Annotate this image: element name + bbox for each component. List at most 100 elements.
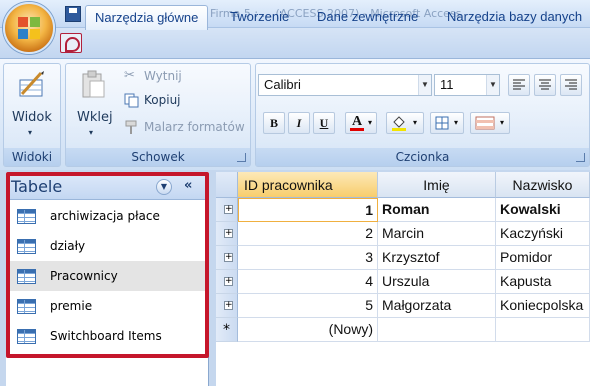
underline-button[interactable]: U	[313, 112, 335, 134]
clipboard-dialog-launcher-icon[interactable]	[237, 153, 246, 162]
expand-plus-icon[interactable]: +	[224, 229, 233, 238]
row-selector[interactable]: +	[216, 222, 238, 246]
expand-plus-icon[interactable]: +	[224, 205, 233, 214]
new-record-first-name-cell[interactable]	[378, 318, 496, 342]
copy-icon	[124, 93, 139, 108]
expand-plus-icon[interactable]: +	[224, 253, 233, 262]
expand-plus-icon[interactable]: +	[224, 301, 233, 310]
align-left-button[interactable]	[508, 74, 530, 96]
tab-home[interactable]: Narzędzia główne	[85, 5, 209, 30]
office-logo-icon	[18, 17, 40, 39]
access-app-icon	[60, 33, 82, 53]
copy-button[interactable]: Kopiuj	[124, 92, 244, 110]
new-record-last-name-cell[interactable]	[496, 318, 590, 342]
new-record-marker[interactable]: *	[216, 318, 238, 342]
font-dialog-launcher-icon[interactable]	[576, 153, 585, 162]
nav-menu-dropdown-icon[interactable]: ▼	[156, 179, 172, 195]
paste-dropdown-icon: ▾	[89, 128, 94, 137]
expand-plus-icon[interactable]: +	[224, 277, 233, 286]
scissors-icon: ✂	[124, 68, 135, 83]
gridlines-icon	[435, 116, 449, 130]
alternate-fill-dropdown-icon: ▾	[500, 118, 505, 127]
paintbrush-icon	[125, 120, 137, 134]
row-selector[interactable]: +	[216, 270, 238, 294]
align-center-icon	[539, 79, 551, 90]
table-icon	[17, 329, 36, 344]
view-button[interactable]: Widok ▾	[8, 66, 56, 144]
ribbon-tab-row	[0, 28, 590, 58]
cell-id[interactable]: 5	[238, 294, 378, 318]
font-size-combo[interactable]: 11 ▼	[434, 74, 500, 96]
new-record-id-cell[interactable]: (Nowy)	[238, 318, 378, 342]
row-selector[interactable]: +	[216, 246, 238, 270]
clipboard-group-label: Schowek	[66, 148, 250, 166]
font-color-button[interactable]: A ▾	[345, 112, 377, 134]
align-right-icon	[565, 79, 577, 90]
cell-first-name[interactable]: Roman	[378, 198, 496, 222]
clipboard-icon	[82, 70, 105, 98]
column-header-first-name[interactable]: Imię	[378, 172, 496, 198]
cell-last-name[interactable]: Koniecpolska	[496, 294, 590, 318]
collapse-pane-icon[interactable]: «	[184, 178, 192, 193]
view-dropdown-icon: ▾	[28, 128, 33, 137]
save-icon[interactable]	[65, 6, 81, 22]
row-selector[interactable]: +	[216, 294, 238, 318]
nav-item-archiwizacja-place[interactable]: archiwizacja płace	[8, 201, 206, 231]
cell-id[interactable]: 3	[238, 246, 378, 270]
cell-last-name[interactable]: Kapusta	[496, 270, 590, 294]
select-all-corner[interactable]	[216, 172, 238, 198]
cell-first-name[interactable]: Urszula	[378, 270, 496, 294]
cell-last-name[interactable]: Pomidor	[496, 246, 590, 270]
nav-item-switchboard-items[interactable]: Switchboard Items	[8, 321, 206, 351]
fill-color-button[interactable]: ▾	[386, 112, 424, 134]
font-name-dropdown-icon[interactable]: ▼	[418, 75, 431, 95]
font-group-label: Czcionka	[256, 148, 589, 166]
align-center-button[interactable]	[534, 74, 556, 96]
fill-color-dropdown-icon: ▾	[413, 118, 418, 127]
cell-id[interactable]: 2	[238, 222, 378, 246]
italic-button[interactable]: I	[288, 112, 310, 134]
cell-last-name[interactable]: Kaczyński	[496, 222, 590, 246]
tab-create[interactable]: Tworzenie	[221, 5, 298, 30]
tab-database-tools[interactable]: Narzędzia bazy danych	[438, 5, 590, 30]
tab-external-data[interactable]: Dane zewnętrzne	[308, 5, 427, 30]
table-icon	[17, 239, 36, 254]
paint-bucket-icon	[392, 116, 406, 131]
cell-first-name[interactable]: Małgorzata	[378, 294, 496, 318]
gridlines-button[interactable]: ▾	[430, 112, 464, 134]
cell-first-name[interactable]: Krzysztof	[378, 246, 496, 270]
nav-item-label: premie	[50, 299, 93, 313]
column-header-id[interactable]: ID pracownika	[238, 172, 378, 198]
view-button-label: Widok	[12, 110, 52, 125]
nav-item-pracownicy[interactable]: Pracownicy	[8, 261, 206, 291]
font-name-combo[interactable]: Calibri ▼	[258, 74, 432, 96]
font-size-dropdown-icon[interactable]: ▼	[486, 75, 499, 95]
column-header-last-name[interactable]: Nazwisko	[496, 172, 590, 198]
nav-item-dzialy[interactable]: działy	[8, 231, 206, 261]
nav-item-label: działy	[50, 239, 86, 253]
cut-label: Wytnij	[144, 69, 182, 83]
paste-button-label: Wklej	[77, 110, 113, 125]
cell-id[interactable]: 4	[238, 270, 378, 294]
cell-id[interactable]: 1	[238, 198, 378, 222]
row-selector[interactable]: +	[216, 198, 238, 222]
align-right-button[interactable]	[560, 74, 582, 96]
nav-item-premie[interactable]: premie	[8, 291, 206, 321]
font-color-dropdown-icon: ▾	[368, 118, 373, 127]
nav-item-label: Pracownicy	[50, 269, 118, 283]
cell-first-name[interactable]: Marcin	[378, 222, 496, 246]
cut-button[interactable]: ✂ Wytnij	[124, 68, 244, 86]
view-icon	[19, 71, 44, 97]
font-color-swatch	[350, 128, 364, 131]
format-painter-button[interactable]: Malarz formatów	[124, 119, 248, 137]
font-name-value: Calibri	[264, 77, 301, 92]
format-painter-label: Malarz formatów	[144, 120, 245, 134]
paste-button[interactable]: Wklej ▾	[72, 66, 114, 144]
navigation-pane-title[interactable]: Tabele	[11, 177, 62, 196]
align-left-icon	[513, 79, 525, 90]
cell-last-name[interactable]: Kowalski	[496, 198, 590, 222]
office-button[interactable]	[3, 2, 55, 54]
alternate-fill-button[interactable]: ▾	[470, 112, 510, 134]
nav-item-label: Switchboard Items	[50, 329, 162, 343]
bold-button[interactable]: B	[263, 112, 285, 134]
